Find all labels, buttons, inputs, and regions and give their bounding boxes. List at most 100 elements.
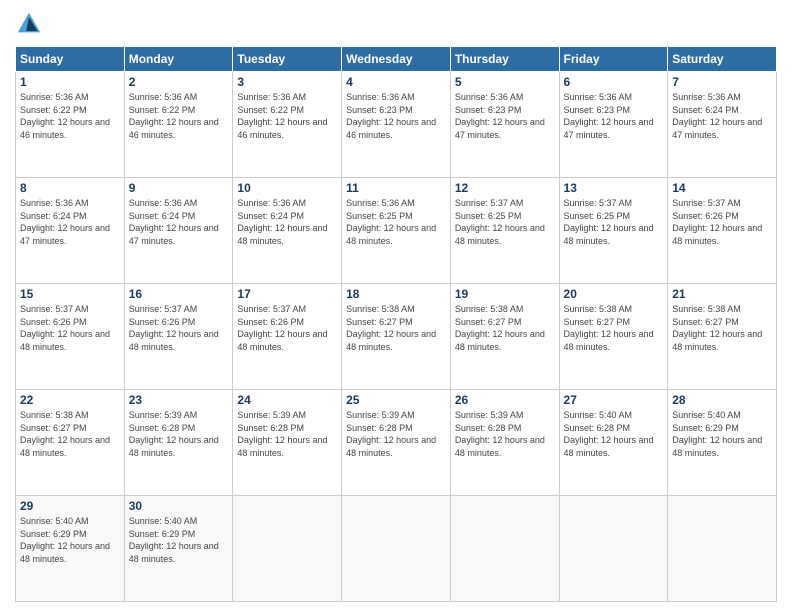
calendar-day: 17 Sunrise: 5:37 AMSunset: 6:26 PMDayligh… [233, 284, 342, 390]
dow-header: Saturday [668, 47, 777, 72]
day-info: Sunrise: 5:36 AMSunset: 6:25 PMDaylight:… [346, 197, 446, 247]
day-number: 26 [455, 393, 555, 407]
day-number: 3 [237, 75, 337, 89]
day-info: Sunrise: 5:40 AMSunset: 6:29 PMDaylight:… [672, 409, 772, 459]
day-info: Sunrise: 5:39 AMSunset: 6:28 PMDaylight:… [129, 409, 229, 459]
calendar-day: 22 Sunrise: 5:38 AMSunset: 6:27 PMDayligh… [16, 390, 125, 496]
dow-header: Friday [559, 47, 668, 72]
logo-icon [15, 10, 43, 38]
calendar-day: 8 Sunrise: 5:36 AMSunset: 6:24 PMDaylight… [16, 178, 125, 284]
calendar-week: 8 Sunrise: 5:36 AMSunset: 6:24 PMDaylight… [16, 178, 777, 284]
day-number: 14 [672, 181, 772, 195]
calendar-day: 27 Sunrise: 5:40 AMSunset: 6:28 PMDayligh… [559, 390, 668, 496]
day-number: 4 [346, 75, 446, 89]
day-info: Sunrise: 5:37 AMSunset: 6:26 PMDaylight:… [129, 303, 229, 353]
calendar-day: 2Sunrise: 5:36 AMSunset: 6:22 PMDaylight… [124, 72, 233, 178]
dow-header: Tuesday [233, 47, 342, 72]
calendar-day: 13Sunrise: 5:37 AMSunset: 6:25 PMDayligh… [559, 178, 668, 284]
calendar: SundayMondayTuesdayWednesdayThursdayFrid… [15, 46, 777, 602]
calendar-day: 1 Sunrise: 5:36 AMSunset: 6:22 PMDaylight… [16, 72, 125, 178]
day-number: 27 [564, 393, 664, 407]
day-info: Sunrise: 5:36 AMSunset: 6:22 PMDaylight:… [237, 91, 337, 141]
calendar-day: 21 Sunrise: 5:38 AMSunset: 6:27 PMDayligh… [668, 284, 777, 390]
day-number: 12 [455, 181, 555, 195]
day-number: 22 [20, 393, 120, 407]
days-of-week-row: SundayMondayTuesdayWednesdayThursdayFrid… [16, 47, 777, 72]
calendar-day: 14 Sunrise: 5:37 AMSunset: 6:26 PMDayligh… [668, 178, 777, 284]
day-info: Sunrise: 5:36 AMSunset: 6:24 PMDaylight:… [129, 197, 229, 247]
calendar-week: 1 Sunrise: 5:36 AMSunset: 6:22 PMDaylight… [16, 72, 777, 178]
calendar-day: 6Sunrise: 5:36 AMSunset: 6:23 PMDaylight… [559, 72, 668, 178]
calendar-day: 29 Sunrise: 5:40 AMSunset: 6:29 PMDayligh… [16, 496, 125, 602]
calendar-week: 22 Sunrise: 5:38 AMSunset: 6:27 PMDayligh… [16, 390, 777, 496]
day-info: Sunrise: 5:38 AMSunset: 6:27 PMDaylight:… [455, 303, 555, 353]
calendar-day: 25 Sunrise: 5:39 AMSunset: 6:28 PMDayligh… [342, 390, 451, 496]
calendar-body: 1 Sunrise: 5:36 AMSunset: 6:22 PMDaylight… [16, 72, 777, 602]
day-info: Sunrise: 5:38 AMSunset: 6:27 PMDaylight:… [346, 303, 446, 353]
calendar-day: 10Sunrise: 5:36 AMSunset: 6:24 PMDayligh… [233, 178, 342, 284]
day-number: 8 [20, 181, 120, 195]
day-info: Sunrise: 5:40 AMSunset: 6:29 PMDaylight:… [129, 515, 229, 565]
calendar-day [668, 496, 777, 602]
dow-header: Thursday [450, 47, 559, 72]
day-info: Sunrise: 5:39 AMSunset: 6:28 PMDaylight:… [346, 409, 446, 459]
calendar-day [559, 496, 668, 602]
day-number: 5 [455, 75, 555, 89]
day-number: 11 [346, 181, 446, 195]
calendar-day: 4 Sunrise: 5:36 AMSunset: 6:23 PMDaylight… [342, 72, 451, 178]
day-number: 10 [237, 181, 337, 195]
day-number: 18 [346, 287, 446, 301]
day-number: 13 [564, 181, 664, 195]
day-info: Sunrise: 5:39 AMSunset: 6:28 PMDaylight:… [237, 409, 337, 459]
day-number: 17 [237, 287, 337, 301]
calendar-day [342, 496, 451, 602]
dow-header: Sunday [16, 47, 125, 72]
calendar-week: 15 Sunrise: 5:37 AMSunset: 6:26 PMDayligh… [16, 284, 777, 390]
calendar-week: 29 Sunrise: 5:40 AMSunset: 6:29 PMDayligh… [16, 496, 777, 602]
day-number: 23 [129, 393, 229, 407]
day-info: Sunrise: 5:36 AMSunset: 6:23 PMDaylight:… [564, 91, 664, 141]
calendar-day: 12 Sunrise: 5:37 AMSunset: 6:25 PMDayligh… [450, 178, 559, 284]
dow-header: Wednesday [342, 47, 451, 72]
day-number: 7 [672, 75, 772, 89]
day-number: 25 [346, 393, 446, 407]
day-info: Sunrise: 5:39 AMSunset: 6:28 PMDaylight:… [455, 409, 555, 459]
calendar-day: 28 Sunrise: 5:40 AMSunset: 6:29 PMDayligh… [668, 390, 777, 496]
calendar-day: 19 Sunrise: 5:38 AMSunset: 6:27 PMDayligh… [450, 284, 559, 390]
day-number: 16 [129, 287, 229, 301]
day-info: Sunrise: 5:36 AMSunset: 6:24 PMDaylight:… [20, 197, 120, 247]
calendar-day: 23 Sunrise: 5:39 AMSunset: 6:28 PMDayligh… [124, 390, 233, 496]
day-number: 19 [455, 287, 555, 301]
day-info: Sunrise: 5:36 AMSunset: 6:23 PMDaylight:… [455, 91, 555, 141]
day-number: 20 [564, 287, 664, 301]
day-info: Sunrise: 5:38 AMSunset: 6:27 PMDaylight:… [672, 303, 772, 353]
day-number: 21 [672, 287, 772, 301]
calendar-day: 5 Sunrise: 5:36 AMSunset: 6:23 PMDaylight… [450, 72, 559, 178]
calendar-day: 11 Sunrise: 5:36 AMSunset: 6:25 PMDayligh… [342, 178, 451, 284]
calendar-day: 20 Sunrise: 5:38 AMSunset: 6:27 PMDayligh… [559, 284, 668, 390]
day-info: Sunrise: 5:36 AMSunset: 6:22 PMDaylight:… [20, 91, 120, 141]
day-info: Sunrise: 5:37 AMSunset: 6:26 PMDaylight:… [672, 197, 772, 247]
day-number: 30 [129, 499, 229, 513]
day-number: 15 [20, 287, 120, 301]
header [15, 10, 777, 38]
calendar-day: 15Sunrise: 5:37 AMSunset: 6:26 PMDayligh… [16, 284, 125, 390]
calendar-day: 24Sunrise: 5:39 AMSunset: 6:28 PMDayligh… [233, 390, 342, 496]
day-info: Sunrise: 5:38 AMSunset: 6:27 PMDaylight:… [20, 409, 120, 459]
day-info: Sunrise: 5:40 AMSunset: 6:28 PMDaylight:… [564, 409, 664, 459]
day-info: Sunrise: 5:36 AMSunset: 6:23 PMDaylight:… [346, 91, 446, 141]
day-info: Sunrise: 5:36 AMSunset: 6:22 PMDaylight:… [129, 91, 229, 141]
calendar-day: 16 Sunrise: 5:37 AMSunset: 6:26 PMDayligh… [124, 284, 233, 390]
day-info: Sunrise: 5:40 AMSunset: 6:29 PMDaylight:… [20, 515, 120, 565]
logo [15, 10, 47, 38]
day-number: 1 [20, 75, 120, 89]
day-info: Sunrise: 5:38 AMSunset: 6:27 PMDaylight:… [564, 303, 664, 353]
day-number: 29 [20, 499, 120, 513]
day-number: 9 [129, 181, 229, 195]
calendar-day: 3 Sunrise: 5:36 AMSunset: 6:22 PMDaylight… [233, 72, 342, 178]
calendar-day: 9 Sunrise: 5:36 AMSunset: 6:24 PMDaylight… [124, 178, 233, 284]
day-info: Sunrise: 5:37 AMSunset: 6:25 PMDaylight:… [455, 197, 555, 247]
day-info: Sunrise: 5:37 AMSunset: 6:26 PMDaylight:… [237, 303, 337, 353]
day-number: 28 [672, 393, 772, 407]
page: SundayMondayTuesdayWednesdayThursdayFrid… [0, 0, 792, 612]
